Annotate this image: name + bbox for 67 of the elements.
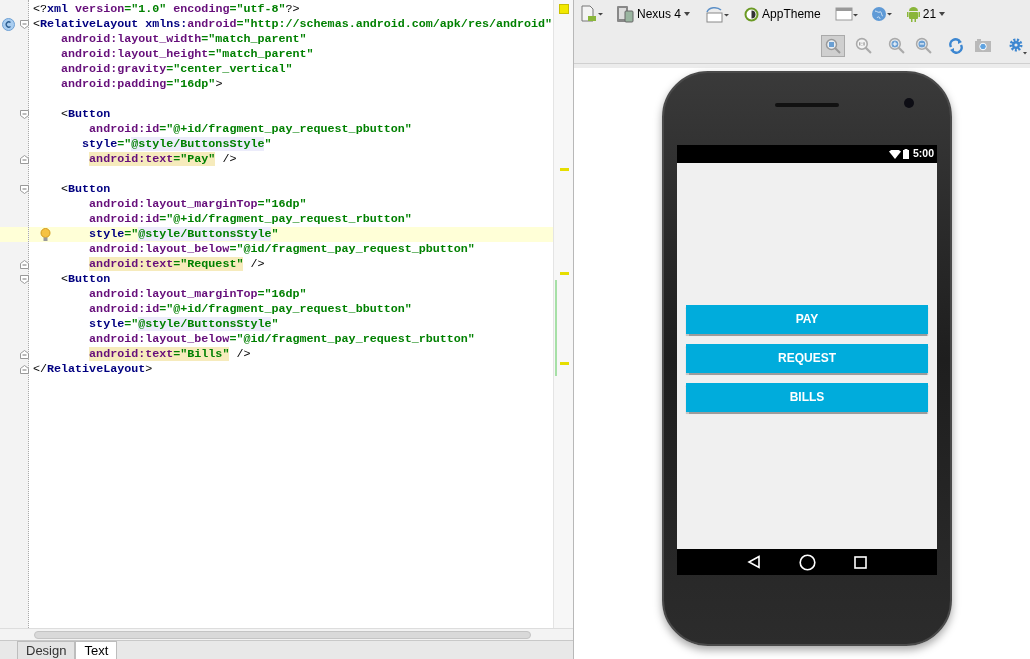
layout-file-icon[interactable] (580, 5, 604, 23)
code-line: <Button (60, 272, 111, 286)
fold-marker-icon[interactable] (20, 185, 29, 194)
lightbulb-icon[interactable] (40, 228, 51, 242)
editor-tab[interactable]: Design (17, 641, 76, 659)
recent-apps-icon[interactable] (854, 555, 867, 569)
code-line: android:text="Pay" /> (88, 152, 237, 166)
battery-icon (903, 149, 909, 159)
fold-marker-icon[interactable] (20, 20, 29, 29)
code-line: style="@style/ButtonsStyle" (81, 137, 272, 151)
fold-marker-icon[interactable] (20, 155, 29, 164)
theme-icon (744, 6, 760, 22)
code-line: android:padding="16dp"> (60, 77, 223, 91)
code-line: android:text="Request" /> (88, 257, 265, 271)
orientation-icon[interactable] (704, 5, 731, 23)
warning-marker (560, 168, 569, 171)
fold-marker-icon[interactable] (20, 350, 29, 359)
fold-marker-icon[interactable] (20, 275, 29, 284)
code-line: android:layout_height="match_parent" (60, 47, 314, 61)
layout-icon[interactable] (834, 7, 859, 21)
warning-marker (560, 272, 569, 275)
caret-icon (684, 12, 691, 16)
zoom-to-fit-button[interactable] (821, 34, 845, 57)
camera-lens (904, 98, 914, 108)
code-line: android:id="@+id/fragment_pay_request_bbutton" (88, 302, 412, 316)
refresh-icon[interactable] (948, 37, 964, 54)
device-selector[interactable]: Nexus 4 (637, 5, 682, 23)
code-line: android:id="@+id/fragment_pay_request_pbutton" (88, 122, 412, 136)
code-line: android:layout_below="@id/fragment_pay_request_rbutton" (88, 332, 475, 346)
caret-icon (939, 12, 946, 16)
code-line: android:text="Bills" /> (88, 347, 251, 361)
warning-marker (560, 362, 569, 365)
code-line: style="@style/ButtonsStyle" (88, 227, 279, 241)
code-line: android:id="@+id/fragment_pay_request_rbutton" (88, 212, 412, 226)
zoom-out-icon[interactable] (915, 37, 932, 54)
settings-icon[interactable] (1008, 36, 1028, 55)
code-line: <Button (60, 107, 111, 121)
api-level-selector[interactable]: 21 (922, 5, 937, 23)
code-line: </RelativeLayout> (33, 362, 153, 376)
fold-marker-icon[interactable] (20, 260, 29, 269)
theme-selector[interactable]: AppTheme (762, 5, 821, 23)
code-line: <Button (60, 182, 111, 196)
home-icon[interactable] (799, 553, 816, 571)
code-line: android:layout_below="@id/fragment_pay_request_pbutton" (88, 242, 475, 256)
clock-text: 5:00 (913, 146, 934, 162)
horizontal-scrollbar[interactable] (34, 630, 531, 639)
editor-tab[interactable]: Text (75, 641, 118, 659)
globe-icon[interactable] (870, 6, 893, 22)
actual-size-icon[interactable] (855, 37, 872, 54)
fold-marker-icon[interactable] (20, 110, 29, 119)
code-line: android:gravity="center_vertical" (60, 62, 293, 76)
wifi-icon (889, 149, 901, 159)
camera-icon[interactable] (974, 38, 992, 53)
status-marker (559, 4, 569, 14)
zoom-in-icon[interactable] (888, 37, 905, 54)
back-icon[interactable] (747, 555, 761, 569)
code-line: <?xml version="1.0" encoding="utf-8"?> (33, 2, 300, 16)
fold-marker-icon[interactable] (20, 365, 29, 374)
device-icon (616, 5, 634, 23)
speaker-grille (775, 103, 839, 107)
android-icon (906, 6, 920, 22)
code-line: android:layout_marginTop="16dp" (88, 197, 307, 211)
code-line: <RelativeLayout xmlns:android="http://schemas.android.com/apk/res/android" (33, 17, 553, 31)
code-line: android:layout_marginTop="16dp" (88, 287, 307, 301)
class-icon (2, 18, 15, 31)
code-line: android:layout_width="match_parent" (60, 32, 307, 46)
code-line: style="@style/ButtonsStyle" (88, 317, 279, 331)
